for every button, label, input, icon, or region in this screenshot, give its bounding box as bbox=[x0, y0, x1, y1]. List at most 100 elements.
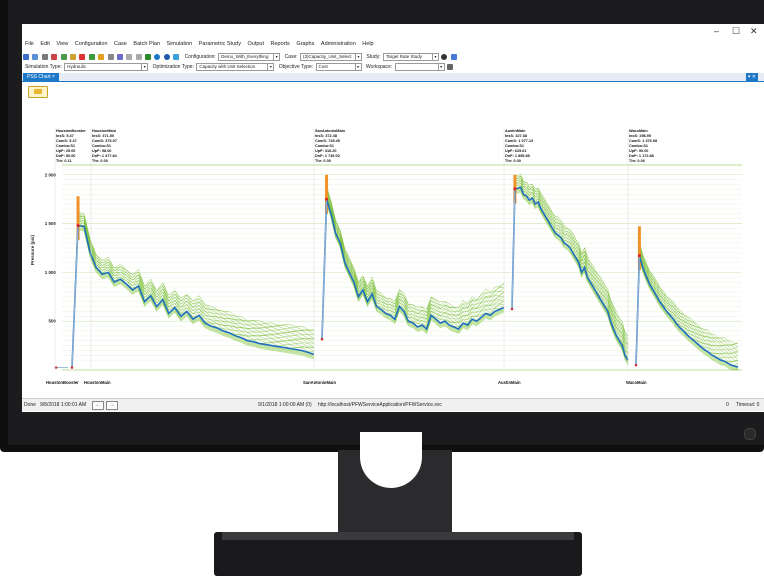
title-bar: – ☐ ✕ bbox=[22, 24, 764, 40]
station-stat-label: DnP: 1 749.00 bbox=[315, 154, 340, 158]
station-stat-label: HoustonBooster bbox=[56, 129, 86, 133]
folder-icon bbox=[34, 89, 42, 94]
menu-edit[interactable]: Edit bbox=[40, 41, 49, 47]
copy-icon[interactable] bbox=[60, 54, 67, 60]
workspace-select[interactable]: ▾ bbox=[394, 63, 445, 71]
menu-view[interactable]: View bbox=[56, 41, 68, 47]
tab-menu-icon[interactable]: ▾ ✕ bbox=[745, 73, 758, 81]
case-label: Case: bbox=[284, 54, 298, 60]
workspace-save-icon[interactable] bbox=[447, 64, 454, 70]
menu-reports[interactable]: Reports bbox=[271, 41, 290, 47]
filter-icon[interactable] bbox=[116, 54, 123, 60]
y-tick-label: 1 500 bbox=[45, 221, 57, 226]
status-done-time: 9/8/2018 1:00:01 AM bbox=[40, 402, 87, 408]
station-stat-label: UpP: 316.20 bbox=[315, 149, 337, 153]
minimize-button[interactable]: – bbox=[714, 26, 719, 36]
envelope-line bbox=[635, 241, 739, 366]
menu-batch-plan[interactable]: Batch Plan bbox=[133, 41, 160, 47]
node-label: HoustonBooster bbox=[46, 380, 79, 385]
forward-button[interactable]: → bbox=[106, 401, 118, 410]
monitor-stand-base-top bbox=[222, 532, 574, 540]
node-label: HoustonMain bbox=[84, 380, 111, 385]
print-icon[interactable] bbox=[41, 54, 48, 60]
menu-file[interactable]: File bbox=[25, 41, 34, 47]
menu-output[interactable]: Output bbox=[247, 41, 264, 47]
configuration-select[interactable]: Demo_With_Everything ▾ bbox=[218, 53, 281, 61]
suction-to-discharge-line bbox=[511, 188, 516, 310]
redo-icon[interactable] bbox=[135, 54, 142, 60]
station-stat-label: InsS: 5.47 bbox=[56, 134, 74, 138]
study-select[interactable]: Target Rate Study ▾ bbox=[382, 53, 439, 61]
station-stat-label: DnP: 1 477.84 bbox=[92, 154, 118, 158]
paste-icon[interactable] bbox=[69, 54, 76, 60]
pressure-profile-chart: Pressure (psi) 500 1 000 1 500 2 000 Housto… bbox=[30, 129, 742, 385]
node-label: WacoMain bbox=[626, 380, 647, 385]
configuration-value: Demo_With_Everything bbox=[221, 54, 269, 59]
main-toolbar: Configuration: Demo_With_Everything ▾ Cas… bbox=[22, 52, 764, 62]
new-icon[interactable] bbox=[23, 54, 29, 60]
status-timeout: Timeout: 0 bbox=[736, 402, 760, 408]
suction-point bbox=[634, 363, 638, 367]
node-labels: HoustonBooster HoustonMain SanAntonioMain A… bbox=[46, 380, 647, 385]
open-folder-button[interactable] bbox=[28, 86, 48, 98]
menu-simulation[interactable]: Simulation bbox=[167, 41, 193, 47]
envelope-line bbox=[71, 211, 315, 368]
y-tick-label: 2 000 bbox=[45, 172, 57, 177]
tab-pss-chart[interactable]: PSS Chart × bbox=[23, 73, 59, 81]
station-stat-label: Thr: 0.11 bbox=[56, 159, 72, 163]
simulation-type-value: Hydraulic bbox=[67, 64, 87, 69]
run-icon[interactable] bbox=[154, 54, 161, 60]
station-point bbox=[76, 224, 80, 228]
case-value: (3)Capacity_Unit_Select bbox=[303, 54, 352, 59]
menu-configuration[interactable]: Configuration bbox=[75, 41, 108, 47]
menu-help[interactable]: Help bbox=[362, 41, 373, 47]
menu-parametric-study[interactable]: Parametric Study bbox=[199, 41, 241, 47]
status-done-label: Done bbox=[24, 402, 36, 408]
station-stat-label: Combo:S1 bbox=[56, 144, 75, 148]
save-icon[interactable] bbox=[107, 54, 114, 60]
envelope-line bbox=[635, 244, 739, 366]
envelope-line bbox=[71, 218, 315, 368]
menu-bar: File Edit View Configuration Case Batch … bbox=[22, 41, 376, 51]
envelope-line bbox=[71, 218, 315, 368]
optimization-type-select[interactable]: Capacity with Unit Selection ▾ bbox=[196, 63, 275, 71]
close-button[interactable]: ✕ bbox=[750, 26, 758, 37]
station-stat-label: Thr: 0.00 bbox=[92, 159, 108, 163]
envelope-line bbox=[511, 187, 629, 362]
tab-close-icon[interactable]: × bbox=[52, 74, 55, 80]
station-stat-label: UpP: 58.00 bbox=[92, 149, 111, 153]
simulation-type-select[interactable]: Hydraulic ▾ bbox=[64, 63, 149, 71]
menu-administration[interactable]: Administration bbox=[321, 41, 356, 47]
chevron-down-icon: ▾ bbox=[354, 64, 361, 70]
cut-icon[interactable] bbox=[51, 54, 58, 60]
station-stat-label: Combo:S1 bbox=[315, 144, 334, 148]
back-button[interactable]: ← bbox=[92, 401, 104, 410]
envelope-line bbox=[511, 185, 629, 358]
station-stat-label: InsS: 371.50 bbox=[92, 134, 114, 138]
menu-case[interactable]: Case bbox=[114, 41, 127, 47]
envelope-line bbox=[635, 258, 739, 370]
edit-icon[interactable] bbox=[98, 54, 105, 60]
status-bar: Done 9/8/2018 1:00:01 AM ← → 9/1/2018 1:… bbox=[22, 398, 764, 411]
station-stat-label: DnP: 1 855.88 bbox=[505, 154, 530, 158]
case-select[interactable]: (3)Capacity_Unit_Select ▾ bbox=[300, 53, 363, 61]
chart-fills bbox=[71, 173, 739, 370]
station-stat-label: CumS: 749.45 bbox=[315, 139, 340, 143]
link-icon[interactable] bbox=[173, 54, 180, 60]
refresh-icon[interactable] bbox=[88, 54, 95, 60]
objective-type-select[interactable]: Cost ▾ bbox=[315, 63, 362, 71]
undo-icon[interactable] bbox=[126, 54, 133, 60]
chevron-down-icon: ▾ bbox=[141, 64, 147, 70]
envelope-line bbox=[635, 253, 739, 366]
envelope-line bbox=[511, 191, 629, 366]
objective-type-value: Cost bbox=[318, 64, 328, 69]
configuration-label: Configuration: bbox=[184, 54, 216, 60]
maximize-button[interactable]: ☐ bbox=[732, 26, 740, 37]
menu-graphs[interactable]: Graphs bbox=[296, 41, 314, 47]
check-icon[interactable] bbox=[145, 54, 152, 60]
open-icon[interactable] bbox=[32, 54, 39, 60]
stop-icon[interactable] bbox=[163, 54, 170, 60]
settings-icon[interactable] bbox=[441, 54, 448, 60]
delete-icon[interactable] bbox=[79, 54, 86, 60]
pointer-icon[interactable] bbox=[450, 54, 457, 60]
